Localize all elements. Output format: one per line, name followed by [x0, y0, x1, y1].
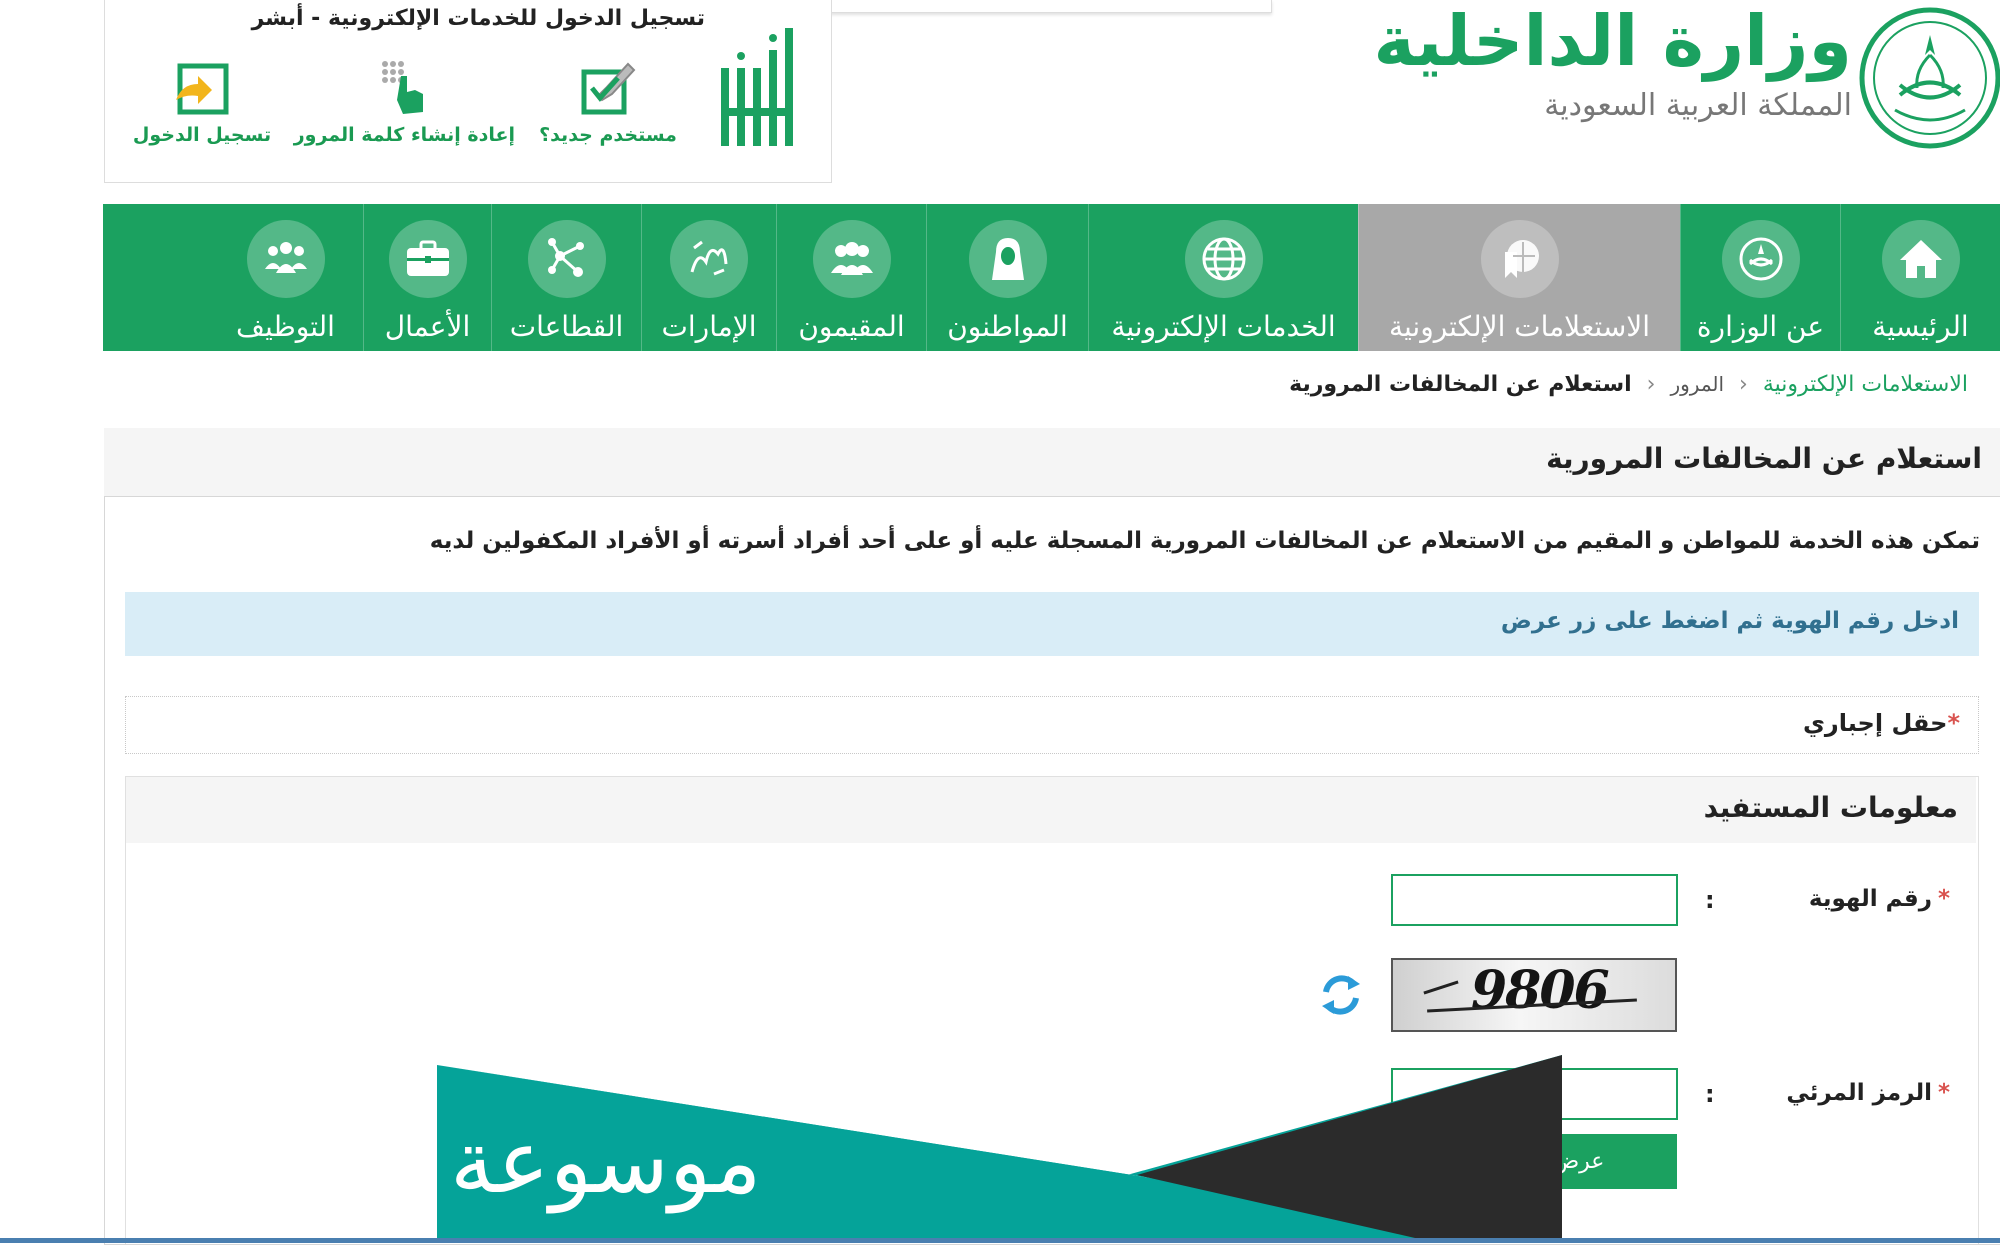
required-star: *	[1937, 886, 1950, 912]
absher-login-box: تسجيل الدخول للخدمات الإلكترونية - أبشر …	[104, 0, 832, 183]
captcha-label: *الرمز المرئي	[1786, 1080, 1950, 1106]
info-alert: ادخل رقم الهوية ثم اضغط على زر عرض	[125, 592, 1979, 656]
required-field-note: *حقل إجباري	[125, 696, 1979, 754]
login-icon	[176, 63, 229, 115]
nav-item-eservices[interactable]: الخدمات الإلكترونية	[1088, 204, 1358, 351]
breadcrumb-current: استعلام عن المخالفات المرورية	[1289, 372, 1632, 397]
ministry-emblem-icon[interactable]	[1855, 0, 2000, 155]
nav-label: عن الوزارة	[1696, 310, 1825, 343]
residents-icon	[830, 242, 873, 275]
required-note-wrap: *حقل إجباري	[1803, 709, 1960, 737]
new-user-icon	[581, 62, 636, 115]
absher-logo-icon[interactable]	[711, 28, 801, 148]
required-star: *	[1937, 1080, 1950, 1106]
reset-password-label: إعادة إنشاء كلمة المرور	[293, 124, 515, 146]
id-number-label-text: رقم الهوية	[1808, 886, 1932, 912]
panel-header: استعلام عن المخالفات المرورية	[104, 428, 2000, 497]
nav-item-business[interactable]: الأعمال	[363, 204, 491, 351]
captcha-label-text: الرمز المرئي	[1786, 1080, 1932, 1106]
new-user-label: مستخدم جديد؟	[539, 124, 677, 146]
beneficiary-section-header: معلومات المستفيد	[126, 777, 1976, 843]
breadcrumb-middle[interactable]: المرور	[1670, 372, 1724, 396]
nav-item-about[interactable]: عن الوزارة	[1680, 204, 1840, 351]
colon: :	[1705, 886, 1715, 914]
nav-item-citizens[interactable]: المواطنون	[926, 204, 1088, 351]
bottom-divider	[0, 1238, 2000, 1243]
nav-label: الخدمات الإلكترونية	[1111, 310, 1336, 343]
nav-label: القطاعات	[509, 310, 624, 343]
breadcrumb: الاستعلامات الإلكترونية ‹ المرور ‹ استعل…	[1289, 372, 1968, 397]
briefcase-icon	[406, 240, 449, 276]
nav-item-emirates[interactable]: الإمارات	[641, 204, 776, 351]
section-title: معلومات المستفيد	[1703, 791, 1958, 824]
info-alert-text: ادخل رقم الهوية ثم اضغط على زر عرض	[1500, 608, 1959, 634]
globe-icon	[1202, 237, 1245, 281]
ministry-name: وزارة الداخلية	[1373, 0, 1852, 82]
nav-label: المقيمون	[798, 310, 905, 343]
required-note-text: حقل إجباري	[1802, 709, 1948, 737]
sectors-icon	[547, 238, 584, 277]
emirates-icon	[690, 240, 728, 276]
id-number-input[interactable]	[1391, 874, 1678, 926]
breadcrumb-separator: ‹	[1739, 372, 1748, 397]
required-star: *	[1947, 709, 1960, 737]
login-label: تسجيل الدخول	[132, 124, 272, 146]
service-description: تمكن هذه الخدمة للمواطن و المقيم من الاس…	[429, 528, 1980, 554]
colon: :	[1705, 1080, 1715, 1108]
emblem-icon	[1739, 237, 1782, 281]
citizen-icon	[991, 238, 1024, 280]
dropdown-fragment	[830, 0, 1272, 13]
login-box-title: تسجيل الدخول للخدمات الإلكترونية - أبشر	[251, 6, 705, 31]
inquiry-icon	[1504, 240, 1539, 278]
watermark-logo-text: موسوعة	[450, 1110, 762, 1213]
reset-password-link[interactable]: إعادة إنشاء كلمة المرور	[293, 58, 515, 146]
new-user-link[interactable]: مستخدم جديد؟	[533, 58, 683, 146]
employment-icon	[264, 242, 307, 273]
nav-label: الاستعلامات الإلكترونية	[1388, 310, 1651, 343]
breadcrumb-separator: ‹	[1646, 372, 1656, 397]
nav-item-home[interactable]: الرئيسية	[1840, 204, 2000, 351]
nav-item-inquiries[interactable]: الاستعلامات الإلكترونية	[1358, 204, 1680, 351]
nav-label: التوظيف	[236, 310, 335, 343]
page-title: استعلام عن المخالفات المرورية	[1546, 442, 1982, 475]
home-icon	[1899, 240, 1942, 278]
ministry-subtitle: المملكة العربية السعودية	[1544, 88, 1852, 123]
breadcrumb-root[interactable]: الاستعلامات الإلكترونية	[1763, 372, 1968, 397]
nav-item-residents[interactable]: المقيمون	[776, 204, 926, 351]
nav-label: الرئيسية	[1872, 310, 1969, 343]
main-navigation: الرئيسية عن الوزارة الاستعلامات الإلكترو…	[103, 204, 2000, 351]
nav-label: الإمارات	[661, 310, 757, 343]
login-link[interactable]: تسجيل الدخول	[127, 58, 277, 146]
nav-item-employment[interactable]: التوظيف	[208, 204, 363, 351]
captcha-image-text: 9806	[1471, 960, 1610, 1021]
reset-password-icon	[382, 61, 423, 114]
nav-item-sectors[interactable]: القطاعات	[491, 204, 641, 351]
nav-label: الأعمال	[384, 310, 471, 343]
refresh-captcha-icon[interactable]	[1318, 972, 1364, 1018]
captcha-image: 9806	[1391, 958, 1677, 1032]
id-number-label: *رقم الهوية	[1809, 886, 1950, 912]
nav-label: المواطنون	[947, 310, 1068, 343]
